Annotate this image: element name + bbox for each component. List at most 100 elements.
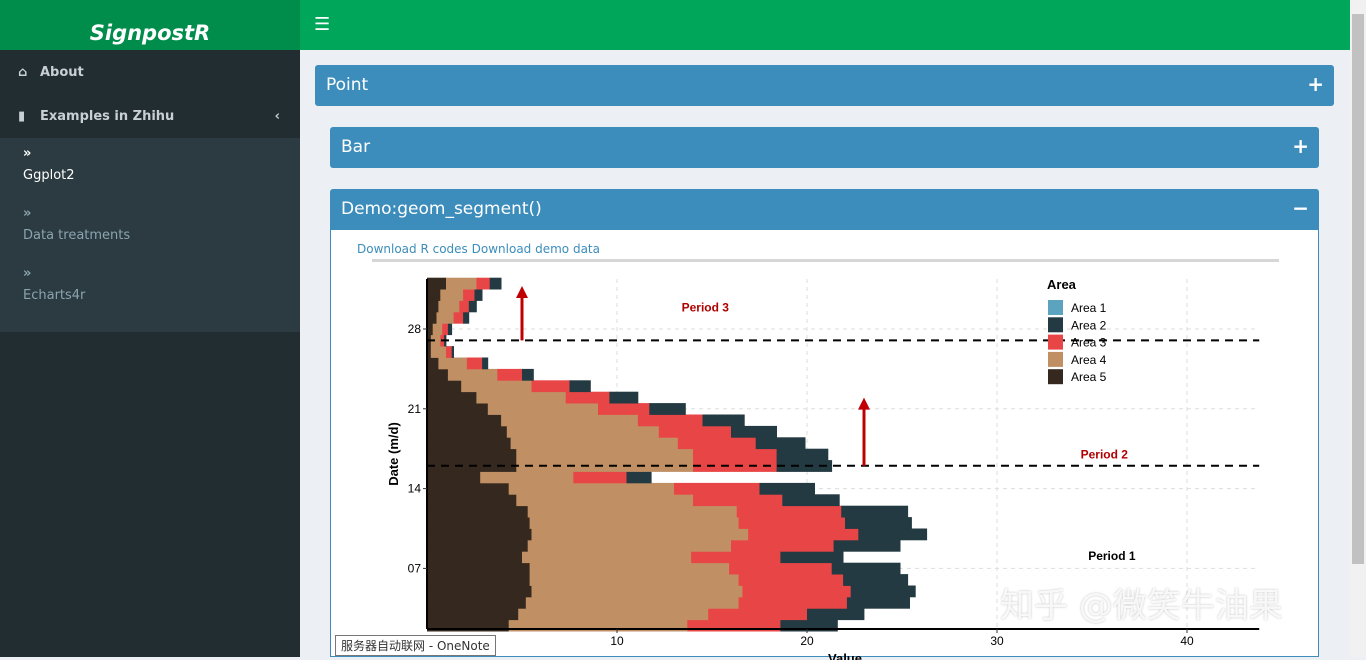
double-chevron-icon: » [23, 206, 32, 221]
book-icon: ▮ [18, 108, 26, 124]
bar-segment [476, 277, 491, 290]
bar-segment [427, 562, 530, 575]
sidebar-toggle-icon[interactable]: ☰ [314, 14, 330, 35]
bar-segment [516, 494, 694, 507]
bar-segment [489, 277, 502, 290]
y-tick-label: 21 [408, 402, 422, 416]
bar-segment [510, 437, 679, 450]
bar-segment [427, 277, 447, 290]
bar-segment [522, 551, 692, 564]
bar-segment [501, 414, 639, 427]
x-tick-label: 20 [800, 634, 814, 648]
bar-segment [482, 357, 489, 370]
bar-segment [693, 494, 783, 507]
bar-segment [776, 448, 829, 461]
bar-segment [427, 608, 519, 621]
annotation-label: Period 3 [682, 300, 730, 314]
submenu: » Ggplot2 » Data treatments » Echarts4r [0, 138, 300, 332]
box-demo[interactable]: Demo:geom_segment() − [330, 189, 1319, 230]
bar-segment [436, 311, 454, 324]
bar-segment [529, 562, 730, 575]
legend-label: Area 4 [1071, 353, 1107, 367]
download-data-link[interactable]: Download demo data [472, 242, 600, 256]
bar-segment [598, 403, 650, 415]
legend-label: Area 1 [1071, 301, 1107, 315]
bar-segment [531, 380, 570, 393]
bar-segment [626, 471, 652, 484]
bar-segment [609, 391, 639, 404]
bar-segment [463, 311, 470, 324]
bar-segment [427, 300, 439, 313]
bar-segment [427, 596, 527, 609]
box-title: Demo:geom_segment() [341, 199, 542, 219]
box-title: Bar [341, 137, 371, 157]
bar-segment [649, 403, 686, 415]
bar-segment [430, 346, 447, 358]
bar-segment [427, 414, 502, 427]
tooltip: 服务器自动联网 - OneNote [335, 635, 496, 656]
sidebar-item-about[interactable]: ⌂ About [0, 50, 300, 94]
bar-segment [440, 289, 464, 301]
submenu-item-ggplot2[interactable]: » Ggplot2 [2, 144, 300, 204]
box-point[interactable]: Point + [315, 65, 1334, 106]
submenu-item-echarts4r[interactable]: » Echarts4r [2, 264, 300, 324]
bar-segment [451, 346, 454, 358]
bar-segment [427, 437, 511, 450]
bar-segment [427, 505, 529, 518]
sidebar: ⌂ About ▮ Examples in Zhihu ‹ » Ggplot2 » Dat… [0, 50, 300, 657]
box-title: Point [326, 75, 369, 95]
bar-segment [782, 494, 840, 507]
bar-segment [480, 471, 574, 484]
bar-segment [527, 505, 738, 518]
legend-key [1048, 334, 1063, 350]
legend-key [1048, 317, 1063, 333]
bar-segment [427, 311, 437, 324]
bar-segment [487, 403, 599, 415]
expand-button[interactable]: + [1292, 134, 1309, 158]
bar-segment [468, 300, 477, 313]
bar-segment [841, 505, 909, 518]
bar-segment [427, 494, 517, 507]
bar-segment [427, 391, 477, 404]
legend-label: Area 2 [1071, 318, 1107, 332]
y-tick-label: 28 [408, 322, 422, 336]
bar-segment [708, 608, 808, 621]
annotation-label: Period 1 [1088, 549, 1136, 563]
scrollbar-thumb[interactable] [1352, 14, 1364, 564]
legend-key [1048, 351, 1063, 367]
app-logo[interactable]: SignpostR [0, 0, 300, 50]
bar-segment [427, 539, 529, 552]
bar-segment [427, 357, 439, 370]
expand-button[interactable]: + [1307, 72, 1324, 96]
submenu-item-data-treatments[interactable]: » Data treatments [2, 204, 300, 264]
sidebar-item-examples[interactable]: ▮ Examples in Zhihu ‹ [0, 94, 300, 138]
bar-segment [529, 517, 739, 529]
bar-segment [427, 368, 449, 381]
bar-segment [780, 551, 844, 564]
collapse-button[interactable]: − [1292, 196, 1309, 220]
bar-segment [850, 585, 916, 598]
bar-segment [438, 300, 460, 313]
bar-segment [427, 403, 489, 415]
bar-segment [748, 528, 859, 541]
bar-segment [693, 448, 777, 461]
y-tick-label: 14 [408, 482, 422, 496]
bar-segment [447, 323, 453, 336]
legend-key [1048, 369, 1063, 385]
bar-segment [446, 277, 477, 290]
box-bar[interactable]: Bar + [330, 127, 1319, 168]
submenu-label: Data treatments [23, 228, 131, 243]
bar-segment [427, 482, 510, 495]
arrow-head [516, 285, 528, 298]
divider [372, 259, 1279, 262]
bar-segment [427, 380, 462, 393]
bar-segment [427, 551, 523, 564]
bar-segment [522, 368, 534, 381]
sidebar-item-label: Examples in Zhihu [40, 108, 175, 124]
bar-segment [738, 517, 846, 529]
y-axis-label: Date (m/d) [386, 422, 401, 486]
x-tick-label: 30 [990, 634, 1004, 648]
download-codes-link[interactable]: Download R codes [357, 242, 468, 256]
bar-segment [427, 448, 517, 461]
legend-label: Area 5 [1071, 370, 1107, 384]
